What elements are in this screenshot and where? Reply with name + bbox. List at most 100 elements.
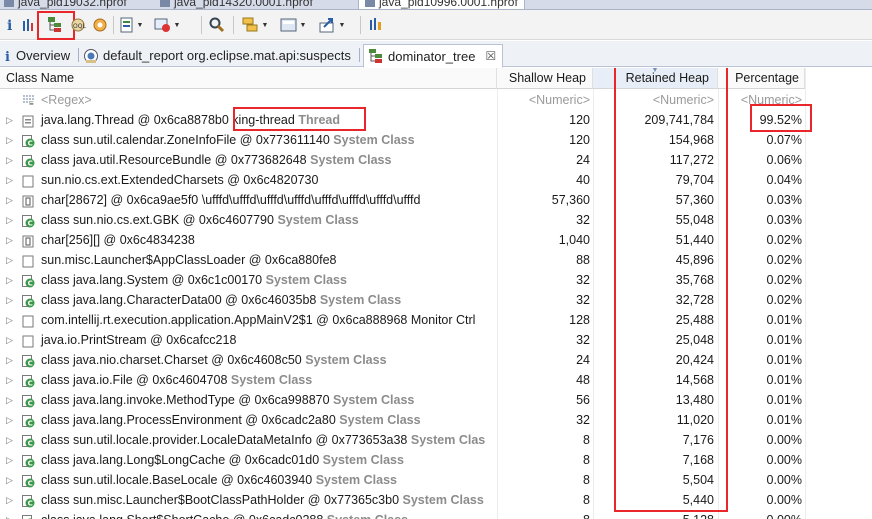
column-header-shallow-heap[interactable]: Shallow Heap: [497, 68, 593, 89]
retained-heap-cell: 35,768: [675, 273, 714, 287]
class-object-icon: C: [22, 354, 35, 368]
table-row[interactable]: ▷ java.lang.Thread @ 0x6ca8878b0 king-thr…: [0, 110, 805, 130]
percentage-cell: 0.01%: [766, 313, 802, 327]
file-tab-0[interactable]: java_pid19032.hprof: [4, 0, 127, 9]
retained-heap-cell: 13,480: [675, 393, 714, 407]
info-button[interactable]: i: [4, 15, 16, 35]
histogram-button[interactable]: [22, 15, 36, 35]
expand-arrow-icon[interactable]: ▷: [6, 510, 16, 519]
object-name: class sun.util.locale.provider.LocaleDat…: [41, 433, 408, 447]
class-name-cell: ▷ sun.misc.Launcher$AppClassLoader @ 0x6c…: [0, 250, 497, 270]
expand-arrow-icon[interactable]: ▷: [6, 210, 16, 230]
percentage-filter[interactable]: <Numeric>: [718, 90, 805, 110]
class-name-cell: ▷ sun.nio.cs.ext.ExtendedCharsets @ 0x6c4…: [0, 170, 497, 190]
tab-default-report[interactable]: default_report org.eclipse.mat.api:suspe…: [83, 44, 351, 67]
table-row[interactable]: ▷ Cclass java.lang.invoke.MethodType @ 0x…: [0, 390, 805, 410]
expand-arrow-icon[interactable]: ▷: [6, 130, 16, 150]
table-row[interactable]: ▷ Cclass java.io.File @ 0x6c4604708 Syste…: [0, 370, 805, 390]
table-row[interactable]: ▷ java.io.PrintStream @ 0x6cafcc218 32 25,…: [0, 330, 805, 350]
shallow-heap-cell: 32: [576, 213, 590, 227]
object-tag: System Class: [322, 453, 404, 467]
table-row[interactable]: ▷ com.intellij.rt.execution.application.A…: [0, 310, 805, 330]
file-tab-1[interactable]: java_pid14320.0001.hprof: [160, 0, 313, 9]
expand-arrow-icon[interactable]: ▷: [6, 330, 16, 350]
expand-arrow-icon[interactable]: ▷: [6, 450, 16, 470]
shallow-filter[interactable]: <Numeric>: [497, 90, 593, 110]
retained-filter[interactable]: <Numeric>: [593, 90, 718, 110]
debug-button[interactable]: [366, 15, 386, 35]
class-object-icon: C: [22, 214, 35, 228]
table-row[interactable]: ▷ Cclass java.lang.Short$ShortCache @ 0x6…: [0, 510, 805, 519]
percentage-cell: 0.01%: [766, 353, 802, 367]
run-report-button[interactable]: ▼: [118, 15, 144, 35]
table-row[interactable]: ▷ char[256][] @ 0x6c4834238 1,040 51,440 0.…: [0, 230, 805, 250]
oql-button[interactable]: OQL: [70, 15, 86, 35]
tab-overview[interactable]: i Overview: [4, 44, 70, 67]
group-icon: [242, 17, 258, 32]
class-object-icon: C: [22, 374, 35, 388]
table-row[interactable]: ▷ Cclass sun.misc.Launcher$BootClassPathH…: [0, 490, 805, 510]
table-row[interactable]: ▷ Cclass sun.util.calendar.ZoneInfoFile @…: [0, 130, 805, 150]
expand-arrow-icon[interactable]: ▷: [6, 370, 16, 390]
table-row[interactable]: ▷ sun.nio.cs.ext.ExtendedCharsets @ 0x6c4…: [0, 170, 805, 190]
column-header-retained-heap[interactable]: ▼ Retained Heap: [593, 68, 718, 89]
shallow-heap-cell: 120: [569, 133, 590, 147]
class-name-filter[interactable]: <Regex>: [41, 90, 92, 110]
column-header-class-name[interactable]: Class Name: [0, 68, 497, 89]
file-tab-2[interactable]: java_pid10996.0001.hprof: [358, 0, 525, 9]
close-icon[interactable]: ☒: [485, 49, 496, 63]
table-row[interactable]: ▷ Cclass java.lang.System @ 0x6c1c00170 S…: [0, 270, 805, 290]
object-tag: System Class: [315, 473, 397, 487]
table-row[interactable]: ▷ Cclass java.lang.Long$LongCache @ 0x6ca…: [0, 450, 805, 470]
object-tag: System Class: [265, 273, 347, 287]
table-row[interactable]: ▷ Cclass sun.nio.cs.ext.GBK @ 0x6c4607790…: [0, 210, 805, 230]
tab-dominator-tree[interactable]: dominator_tree ☒: [363, 44, 504, 68]
shallow-heap-cell: 32: [576, 413, 590, 427]
table-row[interactable]: ▷ Cclass sun.util.locale.provider.LocaleD…: [0, 430, 805, 450]
tab-label: dominator_tree: [388, 48, 476, 64]
class-name-cell: ▷ Cclass sun.util.locale.BaseLocale @ 0x6…: [0, 470, 497, 490]
export-button[interactable]: ▼: [316, 15, 348, 35]
percentage-cell: 0.07%: [766, 133, 802, 147]
column-header-percentage[interactable]: Percentage: [718, 68, 805, 89]
group-by-button[interactable]: ▼: [240, 15, 270, 35]
search-icon: [209, 17, 225, 33]
table-row[interactable]: ▷ Cclass sun.util.locale.BaseLocale @ 0x6…: [0, 470, 805, 490]
object-tag: System Class: [319, 293, 402, 307]
expand-arrow-icon[interactable]: ▷: [6, 470, 16, 490]
expand-arrow-icon[interactable]: ▷: [6, 290, 16, 310]
expand-arrow-icon[interactable]: ▷: [6, 410, 16, 430]
expand-arrow-icon[interactable]: ▷: [6, 250, 16, 270]
expand-arrow-icon[interactable]: ▷: [6, 230, 16, 250]
table-row[interactable]: ▷ Cclass java.lang.ProcessEnvironment @ 0…: [0, 410, 805, 430]
table-row[interactable]: ▷ sun.misc.Launcher$AppClassLoader @ 0x6c…: [0, 250, 805, 270]
settings-button[interactable]: [92, 15, 108, 35]
shallow-heap-cell: 56: [576, 393, 590, 407]
shallow-heap-cell: 40: [576, 173, 590, 187]
query-browser-button[interactable]: ▼: [150, 15, 184, 35]
expand-arrow-icon[interactable]: ▷: [6, 150, 16, 170]
expand-arrow-icon[interactable]: ▷: [6, 350, 16, 370]
class-object-icon: C: [22, 474, 35, 488]
svg-text:C: C: [28, 480, 33, 488]
expand-arrow-icon[interactable]: ▷: [6, 170, 16, 190]
table-row[interactable]: ▷ char[28672] @ 0x6ca9ae5f0 \ufffd\ufffd\…: [0, 190, 805, 210]
expand-arrow-icon[interactable]: ▷: [6, 190, 16, 210]
expand-arrow-icon[interactable]: ▷: [6, 490, 16, 510]
object-tag: Thread: [298, 113, 340, 127]
expand-arrow-icon[interactable]: ▷: [6, 390, 16, 410]
expand-arrow-icon[interactable]: ▷: [6, 110, 16, 130]
expand-arrow-icon[interactable]: ▷: [6, 270, 16, 290]
shallow-heap-cell: 8: [583, 433, 590, 447]
table-row[interactable]: ▷ Cclass java.util.ResourceBundle @ 0x773…: [0, 150, 805, 170]
table-row[interactable]: ▷ Cclass java.nio.charset.Charset @ 0x6c4…: [0, 350, 805, 370]
retained-heap-cell: 7,168: [682, 453, 714, 467]
file-tab-label: java_pid19032.hprof: [18, 0, 127, 9]
search-button[interactable]: [207, 15, 227, 35]
expand-arrow-icon[interactable]: ▷: [6, 430, 16, 450]
class-name-cell: ▷ Cclass java.lang.invoke.MethodType @ 0x…: [0, 390, 497, 410]
percentage-cell: 0.02%: [766, 233, 802, 247]
calculate-button[interactable]: ▼: [278, 15, 308, 35]
table-row[interactable]: ▷ Cclass java.lang.CharacterData00 @ 0x6c…: [0, 290, 805, 310]
expand-arrow-icon[interactable]: ▷: [6, 310, 16, 330]
